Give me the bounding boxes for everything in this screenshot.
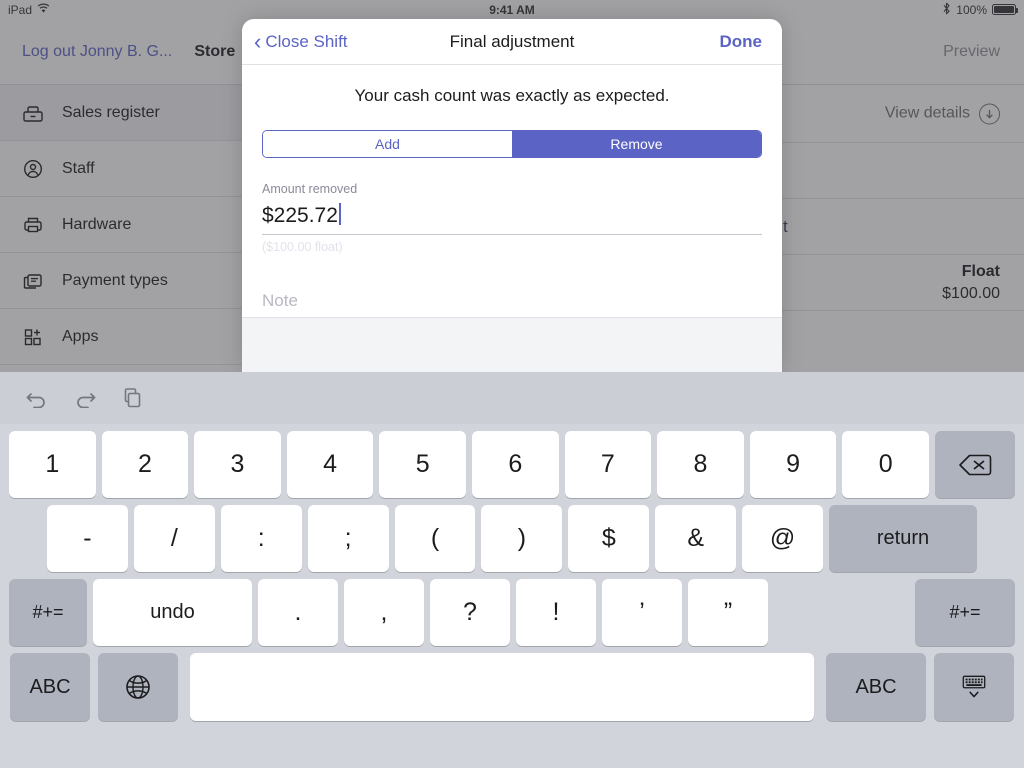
partial-text: t — [783, 216, 788, 236]
keyboard-row-punctuation: #+= undo . , ? ! ’ ” #+= — [6, 579, 1018, 646]
screen: iPad 9:41 AM 100% Log out Jonny B. G... … — [0, 0, 1024, 768]
key-slash[interactable]: / — [133, 505, 215, 572]
register-drawer-icon — [22, 102, 44, 124]
keyboard-row-numbers: 1 2 3 4 5 6 7 8 9 0 — [6, 431, 1018, 498]
key-2[interactable]: 2 — [101, 431, 189, 498]
key-colon[interactable]: : — [220, 505, 302, 572]
key-paren-close[interactable]: ) — [481, 505, 563, 572]
segment-add[interactable]: Add — [263, 131, 512, 157]
key-3[interactable]: 3 — [194, 431, 281, 498]
sidebar-item-label: Payment types — [62, 271, 168, 289]
backspace-icon[interactable] — [934, 431, 1015, 498]
store-title: Store — [194, 42, 236, 60]
amount-field-hint: ($100.00 float) — [262, 240, 343, 254]
status-bar: iPad 9:41 AM 100% — [0, 0, 1024, 19]
modal-body: Your cash count was exactly as expected.… — [242, 86, 782, 338]
view-details-label: View details — [884, 104, 970, 122]
battery-percent-label: 100% — [956, 2, 987, 17]
key-8[interactable]: 8 — [657, 431, 744, 498]
text-caret — [338, 203, 341, 225]
amount-value: $225.72 — [262, 204, 338, 227]
cards-stack-icon — [22, 270, 44, 292]
undo-icon[interactable] — [24, 385, 50, 411]
sidebar: Sales register Staff Hardware Payment ty… — [0, 85, 242, 372]
sidebar-item-label: Sales register — [62, 103, 160, 121]
sidebar-item-sales-register[interactable]: Sales register — [0, 85, 242, 141]
float-label: Float — [961, 263, 1000, 280]
person-circle-icon — [22, 158, 44, 180]
key-hyphen[interactable]: - — [47, 505, 128, 572]
done-button[interactable]: Done — [720, 32, 763, 52]
sidebar-item-label: Apps — [62, 327, 99, 345]
keyboard-dismiss-icon[interactable] — [934, 653, 1014, 721]
keyboard-row-bottom: ABC ABC — [6, 653, 1018, 721]
cash-count-message: Your cash count was exactly as expected. — [354, 86, 670, 105]
sidebar-item-label: Staff — [62, 159, 95, 177]
logout-link[interactable]: Log out Jonny B. G... — [22, 43, 172, 61]
keyboard-rows: 1 2 3 4 5 6 7 8 9 0 - /: ; () $ & @ re… — [0, 431, 1024, 721]
close-shift-back-button[interactable]: ‹ Close Shift — [254, 28, 348, 54]
sidebar-item-hardware[interactable]: Hardware — [0, 197, 242, 253]
key-quote[interactable]: ” — [688, 579, 768, 646]
view-details-button[interactable]: View details — [885, 103, 1000, 124]
status-bar-time: 9:41 AM — [489, 2, 535, 17]
float-block: Float $100.00 — [942, 263, 1000, 303]
keyboard-row-symbols: - / : ; ( ) $ & @ return — [6, 505, 1018, 572]
status-bar-right: 100% — [942, 2, 1018, 18]
key-undo[interactable]: undo — [93, 579, 252, 646]
key-5[interactable]: 5 — [379, 431, 466, 498]
bluetooth-icon — [942, 2, 951, 18]
final-adjustment-modal: ‹ Close Shift Final adjustment Done Your… — [242, 19, 782, 372]
key-comma[interactable]: , — [344, 579, 424, 646]
paste-icon[interactable] — [120, 385, 146, 411]
add-remove-segmented-control: Add Remove — [262, 130, 762, 158]
float-value: $100.00 — [942, 285, 1000, 302]
keyboard-toolbar — [0, 372, 1024, 424]
key-dollar[interactable]: $ — [568, 505, 650, 572]
modal-header: ‹ Close Shift Final adjustment Done — [242, 19, 782, 65]
segment-remove[interactable]: Remove — [512, 131, 761, 157]
apps-add-icon — [22, 326, 44, 348]
key-space[interactable] — [190, 653, 814, 721]
key-apostrophe[interactable]: ’ — [602, 579, 682, 646]
amount-input[interactable]: $225.72 — [262, 200, 762, 235]
sidebar-item-label: Hardware — [62, 215, 132, 233]
close-shift-label: Close Shift — [265, 31, 348, 51]
circle-arrow-down-icon — [979, 103, 1000, 124]
amount-field-label: Amount removed — [262, 182, 358, 196]
key-semicolon[interactable]: ; — [307, 505, 389, 572]
amount-field: Amount removed $225.72 ($100.00 float) — [262, 182, 762, 254]
key-exclamation[interactable]: ! — [516, 579, 596, 646]
key-6[interactable]: 6 — [471, 431, 559, 498]
battery-full-icon — [992, 4, 1018, 15]
sidebar-item-staff[interactable]: Staff — [0, 141, 242, 197]
key-question[interactable]: ? — [430, 579, 510, 646]
chevron-left-icon: ‹ — [254, 28, 262, 54]
key-shift-symbols-left[interactable]: #+= — [9, 579, 87, 646]
key-paren-open[interactable]: ( — [394, 505, 476, 572]
key-period[interactable]: . — [258, 579, 338, 646]
on-screen-keyboard: 1 2 3 4 5 6 7 8 9 0 - /: ; () $ & @ re… — [0, 372, 1024, 768]
note-placeholder: Note — [262, 291, 298, 310]
key-1[interactable]: 1 — [9, 431, 96, 498]
preview-button[interactable]: Preview — [943, 43, 1000, 61]
modal-footer — [242, 317, 782, 372]
printer-icon — [22, 214, 44, 236]
globe-icon[interactable] — [98, 653, 178, 721]
key-abc-left[interactable]: ABC — [10, 653, 90, 721]
redo-icon[interactable] — [72, 385, 98, 411]
key-shift-symbols-right[interactable]: #+= — [915, 579, 1015, 646]
key-9[interactable]: 9 — [749, 431, 837, 498]
key-0[interactable]: 0 — [842, 431, 929, 498]
key-abc-right[interactable]: ABC — [826, 653, 926, 721]
key-at[interactable]: @ — [742, 505, 824, 572]
key-ampersand[interactable]: & — [655, 505, 737, 572]
key-return[interactable]: return — [829, 505, 978, 572]
sidebar-item-apps[interactable]: Apps — [0, 309, 242, 365]
sidebar-item-payment-types[interactable]: Payment types — [0, 253, 242, 309]
key-4[interactable]: 4 — [286, 431, 374, 498]
key-7[interactable]: 7 — [564, 431, 652, 498]
